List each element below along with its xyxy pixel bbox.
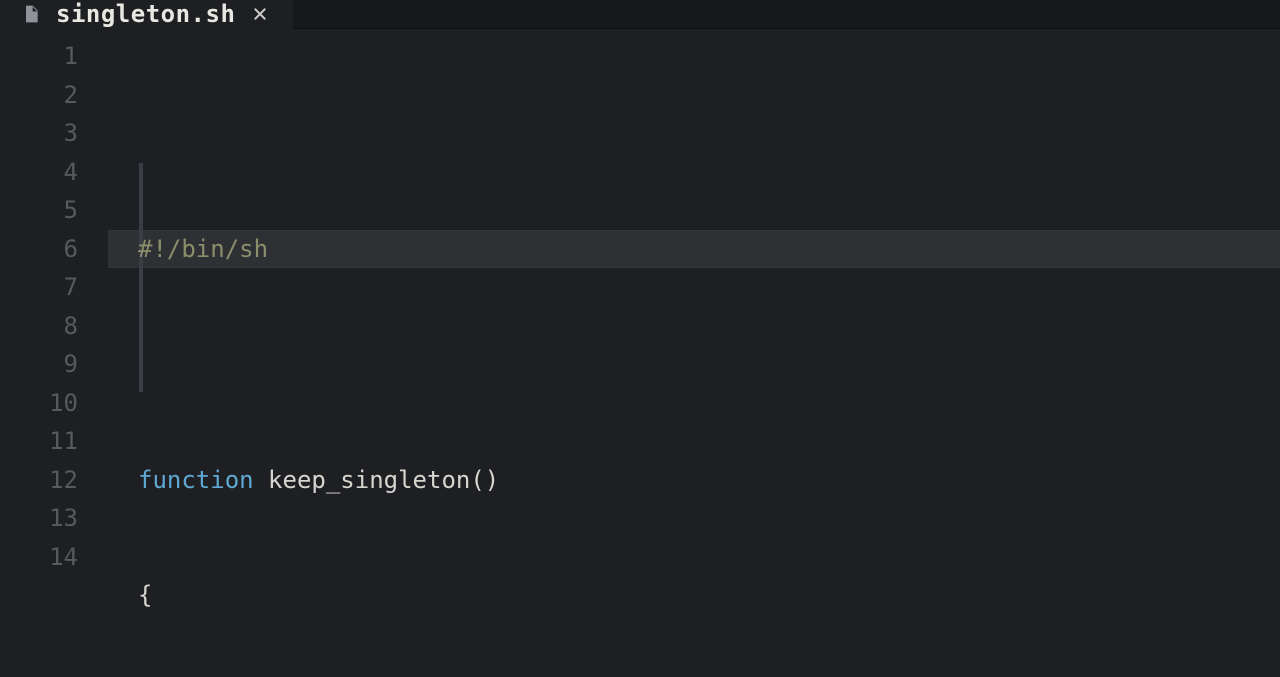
line-number-gutter: 1234567891011121314	[0, 37, 108, 677]
line-number: 2	[0, 76, 78, 115]
line-number: 11	[0, 422, 78, 461]
line-number: 3	[0, 114, 78, 153]
code-line: function keep_singleton()	[108, 461, 1280, 500]
code-line: {	[108, 576, 1280, 615]
line-number: 13	[0, 499, 78, 538]
line-number: 10	[0, 384, 78, 423]
tab-filename: singleton.sh	[56, 0, 235, 28]
code-area[interactable]: 1234567891011121314 #!/bin/sh function k…	[0, 29, 1280, 677]
line-number: 7	[0, 268, 78, 307]
file-icon	[20, 3, 42, 25]
current-line-highlight	[108, 230, 1280, 269]
code-content[interactable]: #!/bin/sh function keep_singleton() { ec…	[108, 37, 1280, 677]
line-number: 12	[0, 461, 78, 500]
code-line	[108, 345, 1280, 384]
code-editor: singleton.sh 1234567891011121314 #!/bin/…	[0, 0, 1280, 677]
line-number: 4	[0, 153, 78, 192]
line-number: 1	[0, 37, 78, 76]
line-number: 6	[0, 230, 78, 269]
indent-guide	[139, 163, 143, 392]
line-number: 5	[0, 191, 78, 230]
close-icon[interactable]	[249, 3, 271, 25]
line-number: 14	[0, 538, 78, 577]
tab-bar: singleton.sh	[0, 0, 1280, 29]
line-number: 9	[0, 345, 78, 384]
line-number: 8	[0, 307, 78, 346]
tab-singleton-sh[interactable]: singleton.sh	[0, 0, 293, 28]
